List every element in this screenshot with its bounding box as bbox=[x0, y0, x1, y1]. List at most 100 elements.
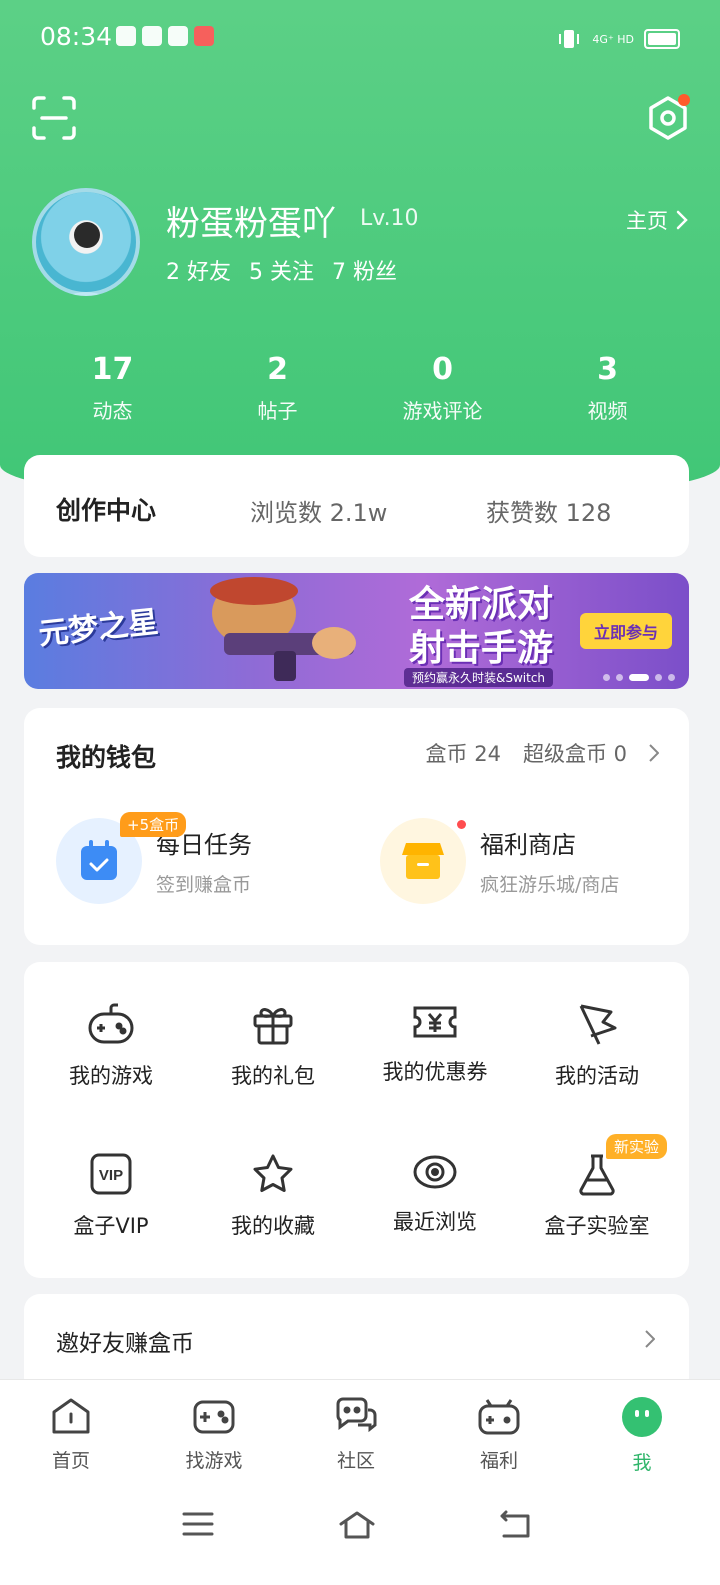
daily-task-icon-wrap: +5盒币 bbox=[56, 812, 187, 904]
grid-item-favorites[interactable]: 我的收藏 bbox=[192, 1152, 354, 1240]
vibrate-icon bbox=[559, 30, 580, 48]
pagination-dot bbox=[603, 674, 610, 681]
tab-community[interactable]: 社区 bbox=[306, 1396, 406, 1473]
friends-count[interactable]: 2 好友 bbox=[166, 254, 231, 286]
homepage-label: 主页 bbox=[626, 209, 668, 233]
tab-home[interactable]: 首页 bbox=[21, 1396, 121, 1473]
banner-join-button[interactable]: 立即参与 bbox=[580, 613, 673, 649]
social-counts: 2 好友 5 关注 7 粉丝 bbox=[166, 254, 397, 286]
shop-notification-dot bbox=[457, 820, 466, 829]
tab-find-games[interactable]: 找游戏 bbox=[164, 1396, 264, 1473]
avatar[interactable] bbox=[32, 188, 140, 296]
level-badge: Lv.10 bbox=[360, 206, 419, 231]
baidu-icon bbox=[116, 26, 136, 46]
menu-icon[interactable] bbox=[182, 1510, 214, 1538]
tab-label: 找游戏 bbox=[185, 1450, 243, 1472]
flag-icon bbox=[579, 1004, 617, 1045]
banner-headline-line2: 射击手游 bbox=[409, 628, 554, 669]
grid-item-vip[interactable]: VIP 盒子VIP bbox=[30, 1152, 192, 1240]
wallet-balance-link[interactable]: 盒币 24 超级盒币 0 bbox=[426, 738, 659, 768]
wallet-card: 我的钱包 盒币 24 超级盒币 0 +5盒币 每日任务 签到赚盒币 福利商店 疯… bbox=[24, 708, 689, 945]
stat-value: 3 bbox=[597, 352, 618, 387]
feature-grid-card: 我的游戏 我的礼包 我的优惠券 我的活动 VIP 盒子VIP 我的收藏 最近浏览… bbox=[24, 962, 689, 1278]
gamepad-icon bbox=[88, 1003, 134, 1044]
grid-item-label: 盒子实验室 bbox=[544, 1214, 650, 1238]
fans-count[interactable]: 7 粉丝 bbox=[332, 254, 397, 286]
tab-welfare[interactable]: 福利 bbox=[449, 1396, 549, 1473]
grid-item-label: 我的收藏 bbox=[231, 1214, 315, 1238]
shop-text: 福利商店 疯狂游乐城/商店 bbox=[480, 825, 619, 897]
pagination-dot bbox=[668, 674, 675, 681]
shop-title: 福利商店 bbox=[480, 831, 576, 859]
home-nav-icon[interactable] bbox=[338, 1510, 376, 1540]
scan-icon bbox=[32, 96, 76, 140]
grid-item-my-gifts[interactable]: 我的礼包 bbox=[192, 1002, 354, 1090]
promo-banner[interactable]: 元梦之星 全新派对 射击手游 立即参与 预约赢永久时装&Switch bbox=[24, 573, 689, 689]
stat-game-reviews[interactable]: 0 游戏评论 bbox=[363, 352, 523, 424]
nickname: 粉蛋粉蛋吖 bbox=[166, 204, 336, 244]
banner-pagination bbox=[603, 674, 675, 681]
grid-item-label: 我的礼包 bbox=[231, 1064, 315, 1088]
pagination-dot bbox=[616, 674, 623, 681]
grid-item-recent[interactable]: 最近浏览 bbox=[354, 1152, 516, 1236]
gamepad-icon bbox=[193, 1400, 235, 1434]
stat-value: 17 bbox=[91, 352, 134, 387]
wallet-title: 我的钱包 bbox=[56, 743, 157, 772]
shop-subtitle: 疯狂游乐城/商店 bbox=[480, 874, 620, 896]
banner-headline: 全新派对 射击手游 bbox=[409, 583, 553, 671]
grid-item-label: 我的游戏 bbox=[69, 1064, 153, 1088]
stat-label: 帖子 bbox=[257, 399, 298, 423]
stat-label: 动态 bbox=[92, 399, 133, 423]
banner-subtitle: 预约赢永久时装&Switch bbox=[404, 668, 554, 687]
tab-label: 我 bbox=[632, 1452, 652, 1474]
coin-balance: 盒币 24 bbox=[425, 742, 501, 766]
creation-center-title: 创作中心 bbox=[56, 496, 157, 525]
shop-icon-wrap bbox=[380, 818, 466, 904]
views-count: 浏览数 2.1w bbox=[250, 499, 388, 527]
calendar-check-icon bbox=[81, 840, 117, 880]
system-navigation-bar bbox=[0, 1494, 720, 1584]
grid-item-label: 我的活动 bbox=[555, 1064, 639, 1088]
daily-task-entry[interactable]: +5盒币 每日任务 签到赚盒币 bbox=[56, 812, 252, 904]
grid-item-lab[interactable]: 新实验 盒子实验室 bbox=[516, 1134, 678, 1240]
settings-button[interactable] bbox=[644, 94, 692, 142]
grid-item-my-games[interactable]: 我的游戏 bbox=[30, 1002, 192, 1090]
coin-reward-badge: +5盒币 bbox=[120, 812, 187, 837]
stat-threads[interactable]: 2 帖子 bbox=[198, 352, 358, 424]
following-count[interactable]: 5 关注 bbox=[249, 254, 314, 286]
stat-value: 0 bbox=[432, 352, 453, 387]
vip-icon: VIP bbox=[90, 1153, 132, 1195]
coupon-icon bbox=[413, 1006, 457, 1038]
grid-item-label: 最近浏览 bbox=[393, 1210, 477, 1234]
grid-item-label: 盒子VIP bbox=[73, 1214, 149, 1238]
app-notification-icon bbox=[194, 26, 214, 46]
video-app-icon bbox=[168, 26, 188, 46]
creation-center-card[interactable]: 创作中心 浏览数 2.1w 获赞数 128 bbox=[24, 455, 689, 557]
grid-item-my-activities[interactable]: 我的活动 bbox=[516, 1002, 678, 1090]
status-bar: 08:34 4G⁺ HD bbox=[0, 0, 720, 78]
tab-label: 社区 bbox=[336, 1450, 375, 1472]
super-coin-balance: 超级盒币 0 bbox=[522, 742, 627, 766]
star-icon bbox=[253, 1154, 293, 1192]
chevron-right-icon bbox=[645, 1330, 655, 1348]
scan-button[interactable] bbox=[32, 96, 76, 140]
stat-videos[interactable]: 3 视频 bbox=[528, 352, 688, 424]
grid-item-my-coupons[interactable]: 我的优惠券 bbox=[354, 1002, 516, 1086]
pagination-dot-active bbox=[629, 674, 649, 681]
pagination-dot bbox=[655, 674, 662, 681]
tab-me[interactable]: 我 bbox=[592, 1396, 692, 1475]
tab-label: 首页 bbox=[51, 1450, 90, 1472]
status-app-icons bbox=[116, 26, 214, 46]
network-indicator: 4G⁺ HD bbox=[592, 32, 634, 46]
me-face-icon bbox=[622, 1397, 662, 1437]
stat-posts-feed[interactable]: 17 动态 bbox=[33, 352, 193, 424]
battery-icon bbox=[644, 29, 680, 49]
eye-icon bbox=[413, 1155, 457, 1189]
new-experiment-badge: 新实验 bbox=[606, 1134, 668, 1159]
welfare-shop-entry[interactable]: 福利商店 疯狂游乐城/商店 bbox=[380, 818, 619, 904]
back-icon[interactable] bbox=[498, 1510, 532, 1540]
homepage-link[interactable]: 主页 bbox=[626, 205, 688, 235]
daily-task-subtitle: 签到赚盒币 bbox=[156, 874, 252, 896]
banner-headline-line1: 全新派对 bbox=[409, 584, 554, 625]
banner-game-logo: 元梦之星 bbox=[36, 604, 160, 653]
